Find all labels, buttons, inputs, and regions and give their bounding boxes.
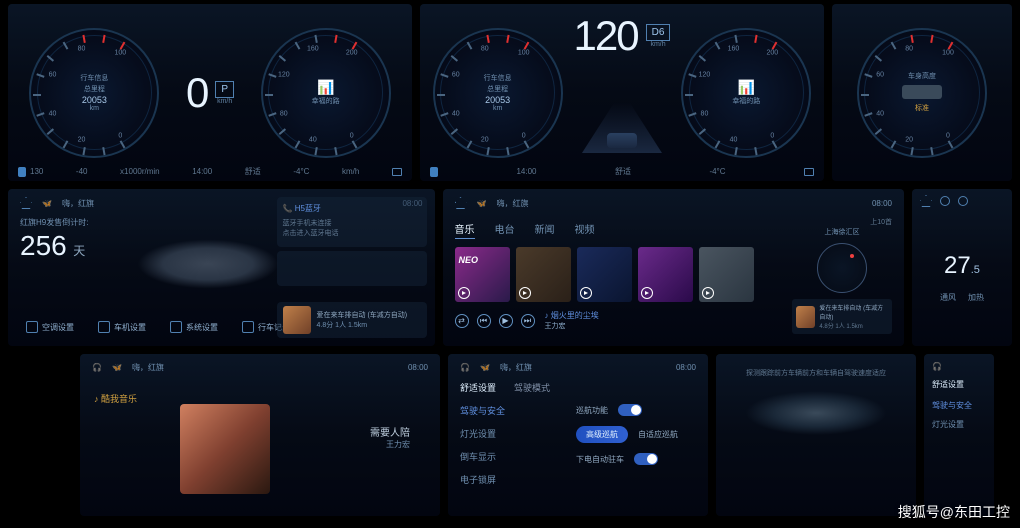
temperature-value: 27 [944, 252, 971, 279]
song-title: 需要人陪 [370, 424, 410, 439]
speed-gauge: 04080120160200 📊 幸福的路 [681, 28, 811, 158]
nav-icon[interactable] [958, 196, 968, 206]
shuffle-button[interactable]: ⇄ [455, 314, 469, 328]
outside-temp: -4°C [293, 167, 309, 176]
auto-park-toggle[interactable] [634, 453, 658, 465]
settings-description: 探测跟踪前方车辆前方和车辆自驾驶速度适应 [734, 368, 898, 378]
speed-value: 120 [574, 12, 638, 60]
speed-gauge-unit: km/h [342, 167, 359, 176]
tab-radio[interactable]: 电台 [495, 221, 515, 239]
system-settings-button[interactable]: 系统设置 [164, 318, 224, 336]
gear-indicator: P [215, 81, 234, 98]
coolant-icon [18, 167, 26, 177]
instrument-cluster-driving: 020406080100 行车信息 总里程 20053 km 120 D6 km… [420, 4, 824, 181]
cruise-option-advanced[interactable]: 高级巡航 [576, 426, 628, 443]
settings-screen: 🎧 🦋 嗨，红旗 08:00 舒适设置 驾驶模式 驾驶与安全 灯光设置 倒车显示… [448, 354, 708, 516]
play-button[interactable]: ▶ [499, 314, 513, 328]
thumbnail [283, 306, 311, 334]
headphone-icon[interactable]: 🎧 [932, 362, 942, 371]
play-icon[interactable] [458, 287, 470, 299]
cruise-option-adaptive[interactable]: 自适应巡航 [638, 429, 678, 440]
next-button[interactable]: ⏭ [521, 314, 535, 328]
auto-park-label: 下电自动驻车 [576, 454, 624, 465]
watermark: 搜狐号@东田工控 [898, 502, 1010, 522]
thumbnail [796, 306, 815, 328]
car-side-view [746, 388, 886, 438]
home-icon[interactable] [20, 197, 32, 209]
instrument-cluster-parked: 020406080100 行车信息 总里程 20053 km 0 P km/h … [8, 4, 412, 181]
cruise-toggle[interactable] [618, 404, 642, 416]
prev-button[interactable]: ⏮ [477, 314, 491, 328]
menu-lighting[interactable]: 灯光设置 [460, 427, 560, 440]
home-icon[interactable] [920, 195, 932, 207]
album-tile[interactable] [638, 247, 693, 302]
instrument-cluster-height: 020406080100 车身高度 标准 [832, 4, 1012, 181]
tab-drive-mode[interactable]: 驾驶模式 [514, 381, 550, 394]
settings-preview-panel: 探测跟踪前方车辆前方和车辆自驾驶速度适应 [716, 354, 916, 516]
home-screen: 🦋 嗨，红旗 08:00 红旗H9发售倒计时: 256 天 空调设置 车机设置 … [8, 189, 435, 346]
menu-driving-safety[interactable]: 驾驶与安全 [460, 404, 560, 417]
drive-mode: 舒适 [245, 166, 261, 177]
gear-indicator: D6 [646, 24, 671, 41]
menu-reverse-display[interactable]: 倒车显示 [460, 450, 560, 463]
clock: 14:00 [192, 167, 212, 176]
play-icon[interactable] [641, 287, 653, 299]
info-card[interactable] [277, 251, 427, 286]
headphone-icon[interactable]: 🎧 [460, 363, 470, 372]
countdown-unit: 天 [73, 244, 85, 258]
heating-button[interactable]: 加热 [968, 292, 984, 303]
headphone-icon[interactable]: 🎧 [92, 363, 102, 372]
more-link[interactable]: 上10首 [792, 217, 892, 227]
rpm-gauge: 020406080100 行车信息 总里程 20053 km [29, 28, 159, 158]
menu-elock[interactable]: 电子锁屏 [460, 473, 560, 486]
tab-comfort[interactable]: 舒适设置 [460, 381, 496, 394]
ventilation-button[interactable]: 通风 [940, 292, 956, 303]
tab-news[interactable]: 新闻 [535, 221, 555, 239]
fuel-icon [804, 168, 814, 176]
settings-menu-fragment: 🎧 舒适设置 驾驶与安全 灯光设置 [924, 354, 994, 516]
rpm-gauge: 020406080100 行车信息 总里程 20053 km [433, 28, 563, 158]
play-icon[interactable] [702, 287, 714, 299]
assistant-icon[interactable]: 🦋 [42, 199, 52, 208]
now-playing-title: 烟火里的尘埃 [551, 311, 599, 320]
fuel-icon [392, 168, 402, 176]
speed-gauge: 04080120160200 📊 幸福的路 [261, 28, 391, 158]
gauge: 020406080100 车身高度 标准 [857, 28, 987, 158]
album-tile[interactable] [516, 247, 571, 302]
speed-value: 0 [186, 69, 207, 117]
nav-location: 上海徐汇区 [792, 227, 892, 237]
home-icon[interactable] [455, 197, 467, 209]
nearby-card[interactable]: 爱在来车排自动 (车减方自动) 4.8分 1人 1.5km [277, 302, 427, 338]
music-app-name: 酷我音乐 [94, 392, 137, 405]
greeting: 嗨，红旗 [62, 198, 94, 209]
nearby-card[interactable]: 爱在来车排自动 (车减方自动) 4.8分 1人 1.5km [792, 299, 892, 334]
climate-panel: 27.5 通风 加热 [912, 189, 1012, 346]
album-tile[interactable]: NEO [455, 247, 510, 302]
balance-icon[interactable] [940, 196, 950, 206]
album-tile[interactable] [577, 247, 632, 302]
cruise-label: 巡航功能 [576, 405, 608, 416]
tab-video[interactable]: 视频 [575, 221, 595, 239]
tab-music[interactable]: 音乐 [455, 221, 475, 239]
countdown-days: 256 [20, 230, 67, 261]
bluetooth-card[interactable]: 📞 H5蓝牙 蓝牙手机未连接 点击进入蓝牙电话 [277, 197, 427, 247]
compass-icon[interactable] [817, 243, 867, 293]
album-art[interactable] [180, 404, 270, 494]
play-icon[interactable] [580, 287, 592, 299]
rpm-unit: x1000r/min [120, 167, 160, 176]
ego-car-icon [607, 133, 637, 148]
climate-settings-button[interactable]: 空调设置 [20, 318, 80, 336]
music-app-screen: 🎧 🦋 嗨，红旗 08:00 酷我音乐 需要人陪 王力宏 [80, 354, 440, 516]
song-artist: 王力宏 [370, 439, 410, 450]
media-screen: 🦋 嗨，红旗 08:00 音乐 电台 新闻 视频 NEO [443, 189, 905, 346]
assistant-icon[interactable]: 🦋 [477, 199, 487, 208]
now-playing-artist: 王力宏 [545, 321, 599, 331]
speed-unit: km/h [215, 98, 234, 105]
coolant-icon [430, 167, 438, 177]
album-tile[interactable] [699, 247, 754, 302]
play-icon[interactable] [519, 287, 531, 299]
vehicle-settings-button[interactable]: 车机设置 [92, 318, 152, 336]
